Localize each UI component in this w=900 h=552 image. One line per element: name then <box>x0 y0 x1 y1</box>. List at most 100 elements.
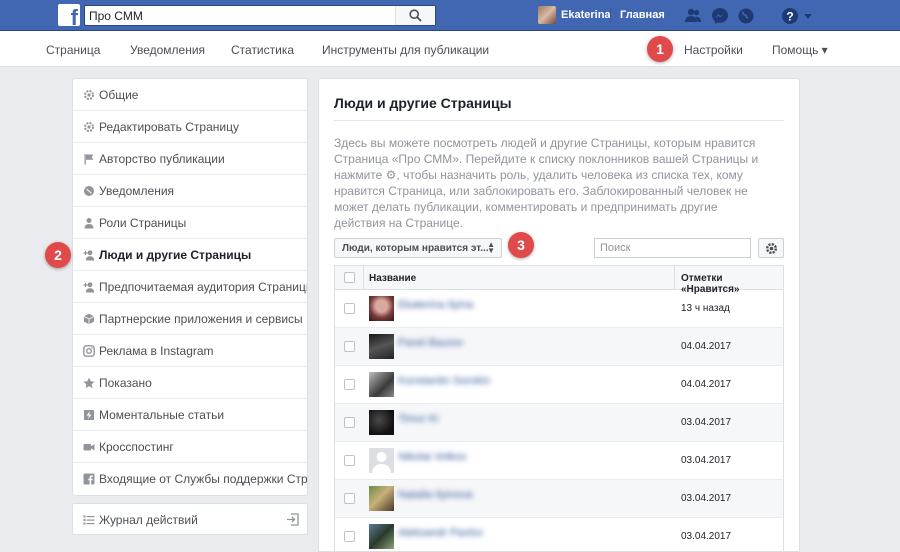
messenger-icon[interactable] <box>710 6 730 26</box>
filter-label: Люди, которым нравится эт... <box>342 243 489 254</box>
gear-icon <box>84 122 94 132</box>
avatar[interactable] <box>369 296 394 321</box>
sidebar-item-preferred-audience[interactable]: Предпочитаемая аудитория Страницы <box>73 271 307 303</box>
settings-gear-button[interactable] <box>758 238 784 258</box>
person-name-link[interactable]: Aleksandr Pavlov <box>398 527 483 539</box>
nav-settings[interactable]: Настройки <box>684 43 743 57</box>
column-header-name[interactable]: Название <box>369 273 416 284</box>
friends-icon[interactable] <box>683 6 703 26</box>
sidebar-item-label: Люди и другие Страницы <box>99 248 252 262</box>
sidebar-item-crossposting[interactable]: Кросспостинг <box>73 431 307 463</box>
avatar[interactable] <box>369 524 394 549</box>
table-row: Timur Ki 03.04.2017 <box>335 404 783 442</box>
person-name-link[interactable]: Natalia Ilyinova <box>398 489 473 501</box>
default-avatar-icon <box>372 452 391 473</box>
table-row: Nikolai Volkov 03.04.2017 <box>335 442 783 480</box>
search-input[interactable] <box>89 7 399 24</box>
sidebar-item-featured[interactable]: Показано <box>73 367 307 399</box>
gear-icon <box>765 242 778 255</box>
row-checkbox[interactable] <box>344 493 355 504</box>
row-checkbox[interactable] <box>344 455 355 466</box>
nav-page[interactable]: Страница <box>46 43 100 57</box>
person-name-link[interactable]: Konstantin Sorokin <box>398 375 490 387</box>
table-row: Ekaterina Ilyina 13 ч назад <box>335 290 783 328</box>
avatar[interactable] <box>369 334 394 359</box>
table-row: Natalia Ilyinova 03.04.2017 <box>335 480 783 518</box>
exit-arrow-icon <box>287 513 299 526</box>
home-link[interactable]: Главная <box>620 9 665 21</box>
sidebar-item-label: Кросспостинг <box>99 440 174 454</box>
settings-sidebar: Общие Редактировать Страницу Авторство п… <box>72 78 308 496</box>
people-table: Название Отметки «Нравится» Ekaterina Il… <box>334 265 784 552</box>
avatar[interactable] <box>369 410 394 435</box>
like-date: 13 ч назад <box>681 303 730 314</box>
row-checkbox[interactable] <box>344 417 355 428</box>
sidebar-item-label: Редактировать Страницу <box>99 120 239 134</box>
table-row: Pavel Baurov 04.04.2017 <box>335 328 783 366</box>
avatar[interactable] <box>369 486 394 511</box>
sidebar-item-instagram-ads[interactable]: Реклама в Instagram <box>73 335 307 367</box>
activity-log-label: Журнал действий <box>99 513 198 527</box>
globe-icon[interactable] <box>736 6 756 26</box>
like-date: 04.04.2017 <box>681 379 732 390</box>
like-date: 03.04.2017 <box>681 493 732 504</box>
search-button[interactable] <box>395 6 435 25</box>
sidebar-item-notifications[interactable]: Уведомления <box>73 175 307 207</box>
table-header: Название Отметки «Нравится» <box>335 266 783 295</box>
nav-notifications[interactable]: Уведомления <box>130 43 205 57</box>
sidebar-item-edit-page[interactable]: Редактировать Страницу <box>73 111 307 143</box>
sidebar-item-instant-articles[interactable]: Моментальные статьи <box>73 399 307 431</box>
person-name-link[interactable]: Timur Ki <box>398 413 439 425</box>
nav-help[interactable]: Помощь ▾ <box>772 43 828 57</box>
nav-statistics[interactable]: Статистика <box>231 43 294 57</box>
search-icon <box>409 9 422 22</box>
person-plus-icon <box>83 282 95 293</box>
page-title: Люди и другие Страницы <box>334 95 512 111</box>
people-search-box <box>594 238 751 258</box>
row-checkbox[interactable] <box>344 531 355 542</box>
sidebar-item-general[interactable]: Общие <box>73 79 307 111</box>
person-name-link[interactable]: Ekaterina Ilyina <box>398 299 473 311</box>
person-name-link[interactable]: Pavel Baurov <box>398 337 463 349</box>
caret-down-icon[interactable] <box>802 6 814 26</box>
sidebar-item-people-and-pages[interactable]: Люди и другие Страницы <box>73 239 307 271</box>
panel-description: Здесь вы можете посмотреть людей и други… <box>334 136 759 230</box>
gear-icon <box>84 90 94 100</box>
person-name-link[interactable]: Nikolai Volkov <box>398 451 466 463</box>
video-camera-icon <box>83 444 95 451</box>
avatar[interactable] <box>369 448 394 473</box>
title-divider <box>334 120 784 121</box>
table-row: Konstantin Sorokin 04.04.2017 <box>335 366 783 404</box>
select-all-checkbox[interactable] <box>344 272 355 283</box>
nav-publishing-tools[interactable]: Инструменты для публикации <box>322 43 489 57</box>
user-avatar[interactable] <box>538 6 556 24</box>
column-divider <box>363 266 364 289</box>
activity-log-button[interactable]: Журнал действий <box>72 503 308 535</box>
people-search-input[interactable] <box>600 241 740 255</box>
sidebar-item-label: Моментальные статьи <box>99 408 225 422</box>
column-divider <box>674 266 675 289</box>
search-box <box>84 5 436 26</box>
row-checkbox[interactable] <box>344 303 355 314</box>
sidebar-item-label: Общие <box>99 88 139 102</box>
list-icon <box>83 515 95 525</box>
sidebar-item-post-attribution[interactable]: Авторство публикации <box>73 143 307 175</box>
sidebar-item-page-roles[interactable]: Роли Страницы <box>73 207 307 239</box>
sidebar-item-label: Партнерские приложения и сервисы <box>99 312 303 326</box>
sidebar-item-partner-apps[interactable]: Партнерские приложения и сервисы <box>73 303 307 335</box>
like-date: 03.04.2017 <box>681 531 732 542</box>
help-icon[interactable]: ? <box>780 6 800 26</box>
facebook-icon <box>83 473 95 485</box>
row-checkbox[interactable] <box>344 341 355 352</box>
avatar[interactable] <box>369 372 394 397</box>
topbar-divider <box>610 8 611 23</box>
sidebar-item-label: Реклама в Instagram <box>99 344 214 358</box>
facebook-logo-icon[interactable]: f <box>58 4 80 26</box>
person-plus-icon <box>83 250 95 261</box>
people-filter-dropdown[interactable]: Люди, которым нравится эт... ▲ ▼ <box>334 238 502 258</box>
top-bar: f Ekaterina Главная ? <box>0 0 900 31</box>
like-date: 03.04.2017 <box>681 417 732 428</box>
user-name-link[interactable]: Ekaterina <box>561 9 611 21</box>
row-checkbox[interactable] <box>344 379 355 390</box>
sidebar-item-support-inbox[interactable]: Входящие от Службы поддержки Стран <box>73 463 307 495</box>
